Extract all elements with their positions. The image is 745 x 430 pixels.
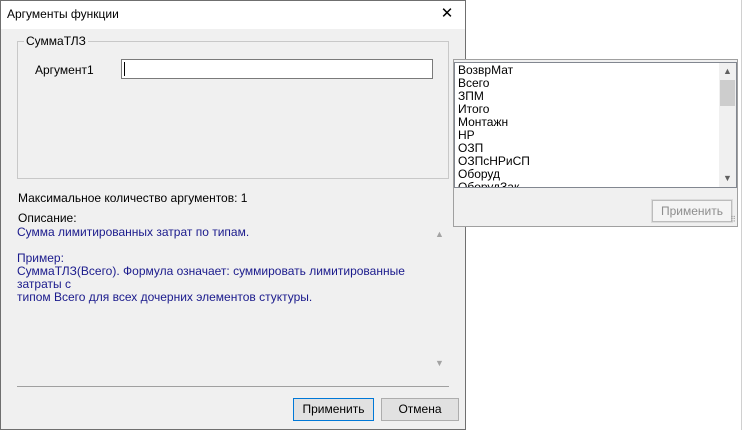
list-item[interactable]: ЗПМ: [458, 90, 718, 103]
variables-listbox[interactable]: ВозврМат Всего ЗПМ Итого Монтажн НР ОЗП ОЗПсНРи…: [454, 62, 737, 188]
description-area: Сумма лимитированных затрат по типам. Пр…: [17, 226, 449, 374]
scroll-up-icon[interactable]: ▲: [431, 226, 448, 243]
description-text: Сумма лимитированных затрат по типам. Пр…: [17, 226, 431, 304]
description-label: Описание:: [18, 211, 77, 225]
list-item[interactable]: НР: [458, 129, 718, 142]
text-cursor: [124, 62, 125, 76]
dialog-title: Аргументы функции: [7, 7, 119, 21]
function-arguments-dialog: Аргументы функции ✕ СуммаТЛЗ Аргумент1 М…: [0, 0, 466, 430]
argument1-input[interactable]: [121, 59, 433, 79]
close-icon[interactable]: ✕: [437, 4, 457, 24]
list-item[interactable]: ОборудЗак: [458, 181, 718, 188]
list-item[interactable]: Монтажн: [458, 116, 718, 129]
chevron-up-icon[interactable]: ▲: [719, 63, 736, 80]
autocomplete-popup: ВозврМат Всего ЗПМ Итого Монтажн НР ОЗП ОЗПсНРи…: [453, 59, 738, 227]
function-group: СуммаТЛЗ Аргумент1: [17, 34, 449, 179]
apply-button[interactable]: Применить: [293, 398, 374, 421]
divider: [17, 386, 449, 387]
description-line: СуммаТЛЗ(Всего). Формула означает: сумми…: [17, 264, 405, 291]
listbox-items: ВозврМат Всего ЗПМ Итого Монтажн НР ОЗП ОЗПсНРи…: [458, 64, 718, 188]
description-line: типом Всего для всех дочерних элементов …: [17, 290, 313, 304]
list-item[interactable]: Всего: [458, 77, 718, 90]
scroll-down-icon[interactable]: ▼: [431, 355, 448, 372]
scroll-thumb[interactable]: [720, 80, 735, 106]
cancel-button[interactable]: Отмена: [381, 398, 459, 421]
resize-grip-icon[interactable]: ⠿: [726, 215, 736, 225]
description-scrollbar[interactable]: ▲ ▼: [431, 226, 448, 372]
window-edge: [741, 0, 742, 430]
chevron-down-icon[interactable]: ▼: [719, 170, 736, 187]
description-line: Сумма лимитированных затрат по типам.: [17, 225, 250, 239]
max-arguments-text: Максимальное количество аргументов: 1: [18, 191, 248, 205]
title-bar: Аргументы функции ✕: [1, 1, 465, 29]
listbox-scrollbar[interactable]: ▲ ▼: [719, 63, 736, 187]
list-item[interactable]: ВозврМат: [458, 64, 718, 77]
popup-apply-button[interactable]: Применить: [651, 199, 733, 223]
argument1-label: Аргумент1: [35, 63, 94, 77]
function-name-label: СуммаТЛЗ: [24, 34, 88, 48]
description-line: [17, 239, 431, 252]
